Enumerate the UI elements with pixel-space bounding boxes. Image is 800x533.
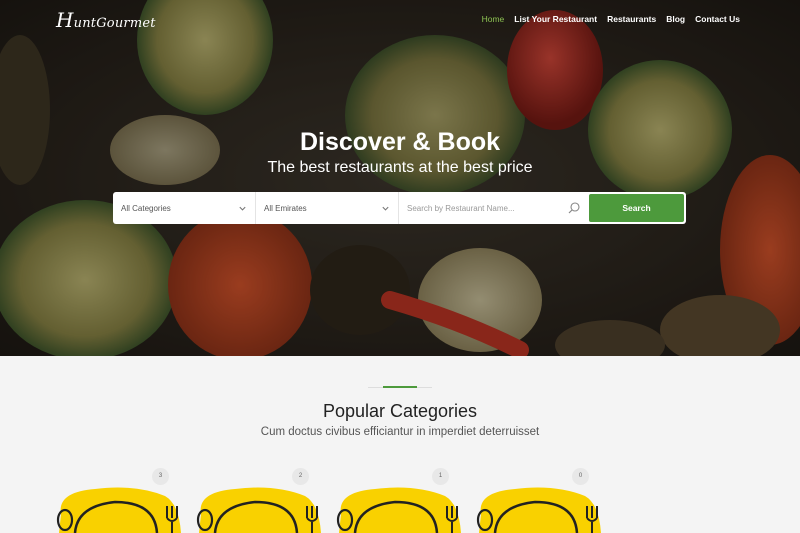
nav-list-restaurant[interactable]: List Your Restaurant: [514, 14, 597, 24]
nav-blog[interactable]: Blog: [666, 14, 685, 24]
category-select-value: All Categories: [121, 203, 171, 213]
plate-cutlery-icon: [336, 487, 461, 533]
category-select[interactable]: All Categories: [113, 192, 256, 224]
category-card[interactable]: 1: [335, 466, 467, 533]
emirate-select[interactable]: All Emirates: [256, 192, 399, 224]
nav-contact[interactable]: Contact Us: [695, 14, 740, 24]
section-divider: [368, 386, 432, 388]
nav-home[interactable]: Home: [482, 14, 505, 24]
category-card[interactable]: 0: [475, 466, 607, 533]
category-card[interactable]: 2: [195, 466, 327, 533]
emirate-select-value: All Emirates: [264, 203, 307, 213]
hero-overlay: [0, 0, 800, 356]
hero-subtitle: The best restaurants at the best price: [267, 159, 533, 176]
site-logo[interactable]: HuntGourmet: [56, 8, 156, 32]
category-count-badge: 1: [432, 468, 449, 485]
search-bar: All Categories All Emirates Search: [113, 192, 686, 224]
main-nav: Home List Your Restaurant Restaurants Bl…: [482, 14, 740, 24]
search-button[interactable]: Search: [589, 194, 684, 222]
category-count-badge: 0: [572, 468, 589, 485]
plate-cutlery-icon: [196, 487, 321, 533]
nav-restaurants[interactable]: Restaurants: [607, 14, 656, 24]
plate-cutlery-icon: [56, 487, 181, 533]
section-subtitle: Cum doctus civibus efficiantur in imperd…: [260, 426, 540, 438]
hero-title: Discover & Book: [299, 128, 501, 156]
category-card[interactable]: 3: [55, 466, 187, 533]
hero-section: HuntGourmet Home List Your Restaurant Re…: [0, 0, 800, 356]
section-title: Popular Categories: [322, 401, 478, 421]
chevron-down-icon: [239, 206, 246, 211]
category-count-badge: 3: [152, 468, 169, 485]
category-count-badge: 2: [292, 468, 309, 485]
search-icon[interactable]: [567, 201, 581, 215]
chevron-down-icon: [382, 206, 389, 211]
plate-cutlery-icon: [476, 487, 601, 533]
restaurant-search-input[interactable]: [399, 192, 567, 224]
